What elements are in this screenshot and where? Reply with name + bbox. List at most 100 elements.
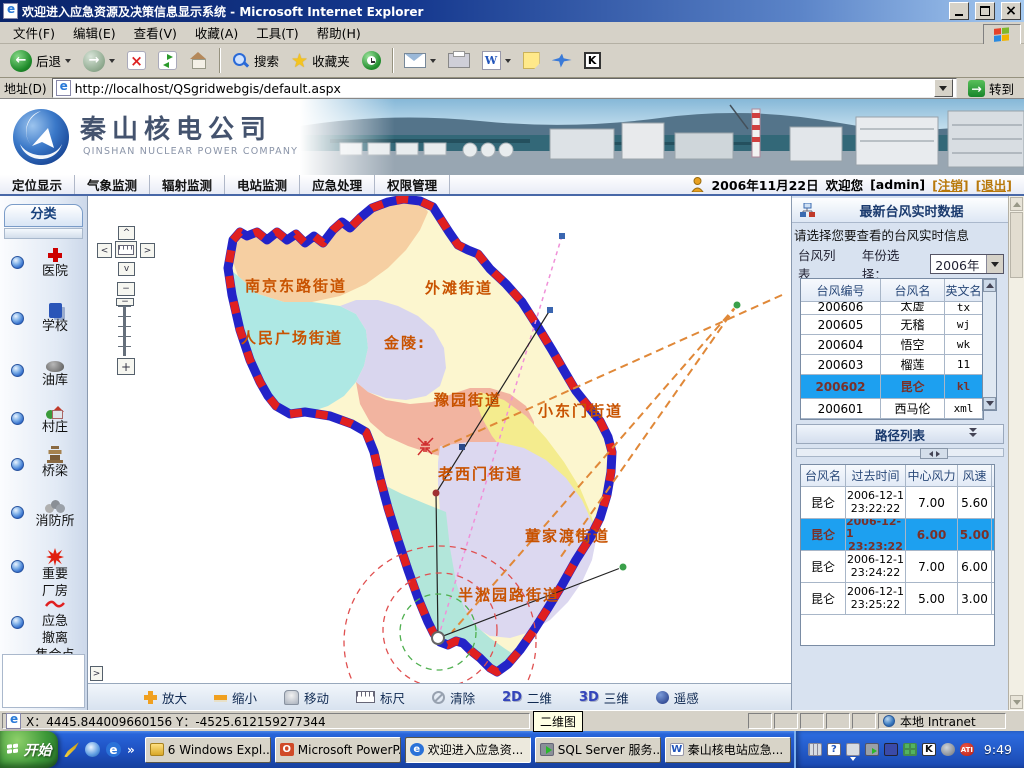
- pan-up-button[interactable]: ^: [118, 226, 135, 240]
- typhoon-row[interactable]: 200603 榴莲 11: [801, 355, 983, 375]
- path-list-bar[interactable]: 路径列表: [796, 424, 1004, 444]
- detail-row[interactable]: 昆仑 2006-12-123:25:22 5.00 3.00: [801, 583, 994, 615]
- page-scroll-down-button[interactable]: [1010, 695, 1023, 709]
- layer-toggle-village[interactable]: [11, 412, 24, 425]
- forward-button[interactable]: [78, 48, 120, 74]
- sidebar-item-village[interactable]: 村庄: [26, 402, 84, 436]
- gis-map[interactable]: 南京东路街道 外滩街道 人民广场街道 金陵: 豫园街道 小东门街道 老西门街道 …: [88, 196, 791, 683]
- quicklaunch-overflow-chevron[interactable]: [127, 743, 135, 757]
- ruler-tool[interactable]: 标尺: [356, 688, 405, 707]
- typhoon-row[interactable]: 200601 西马伦 xml: [801, 399, 983, 419]
- menu-help[interactable]: 帮助(H): [308, 20, 370, 45]
- sidebar-item-fire-station[interactable]: 消防所: [26, 496, 84, 530]
- keyboard-tray-icon[interactable]: [808, 743, 822, 756]
- flashget-button[interactable]: [547, 52, 577, 70]
- page-scroll-thumb[interactable]: [1010, 212, 1023, 278]
- map-area[interactable]: 南京东路街道 外滩街道 人民广场街道 金陵: 豫园街道 小东门街道 老西门街道 …: [88, 196, 791, 710]
- layer-toggle-fire-station[interactable]: [11, 506, 24, 519]
- menu-tools[interactable]: 工具(T): [247, 20, 307, 45]
- sidebar-item-oil-depot[interactable]: 油库: [26, 355, 84, 389]
- typhoon-point-blue[interactable]: [547, 307, 553, 313]
- start-button[interactable]: 开始: [0, 731, 58, 768]
- detail-row[interactable]: 昆仑 2006-12-123:22:22 7.00 5.60: [801, 487, 994, 519]
- quicklaunch-pencil-icon[interactable]: [64, 742, 79, 757]
- zoom-in-tool[interactable]: 放大: [144, 688, 187, 707]
- logout-link[interactable]: [注销]: [932, 175, 968, 194]
- address-dropdown-button[interactable]: [934, 79, 953, 97]
- tab-weather[interactable]: 气象监测: [75, 175, 150, 194]
- scroll-up-button[interactable]: [983, 279, 996, 292]
- refresh-button[interactable]: [153, 49, 182, 72]
- print-button[interactable]: [443, 51, 475, 70]
- typhoon-point-navy[interactable]: [459, 444, 465, 450]
- taskbar-button-sqlserver[interactable]: SQL Server 服务...: [535, 737, 661, 763]
- input-language-tray-icon[interactable]: [846, 743, 860, 756]
- home-button[interactable]: [184, 49, 213, 72]
- typhoon-point-blue[interactable]: [559, 233, 565, 239]
- notes-button[interactable]: [518, 50, 545, 71]
- volume-tray-icon[interactable]: [941, 743, 955, 756]
- back-dropdown-icon[interactable]: [65, 59, 71, 63]
- layer-toggle-assembly-point[interactable]: [11, 616, 24, 629]
- detail-row-selected[interactable]: 昆仑 2006-12-123:23:22 6.00 5.00: [801, 519, 994, 551]
- zoom-out-step-button[interactable]: −: [117, 282, 135, 296]
- word-dropdown-icon[interactable]: [505, 59, 511, 63]
- forward-dropdown-icon[interactable]: [109, 59, 115, 63]
- help-tray-icon[interactable]: [827, 743, 841, 756]
- search-button[interactable]: 搜索: [226, 49, 284, 72]
- edit-word-button[interactable]: [477, 49, 516, 72]
- tab-positioning[interactable]: 定位显示: [0, 175, 75, 194]
- pan-tool[interactable]: 移动: [284, 688, 329, 707]
- stop-button[interactable]: [122, 49, 151, 72]
- page-scroll-up-button[interactable]: [1010, 197, 1023, 211]
- taskbar-button-explorer-group[interactable]: 6 Windows Expl...: [145, 737, 271, 763]
- clear-tool[interactable]: 清除: [432, 688, 475, 707]
- k-tool-button[interactable]: [579, 50, 606, 71]
- menu-view[interactable]: 查看(V): [125, 20, 186, 45]
- page-scrollbar[interactable]: [1008, 196, 1024, 710]
- sidebar-expand-button[interactable]: >: [90, 666, 103, 681]
- taskbar-button-powerpoint[interactable]: Microsoft PowerP...: [275, 737, 401, 763]
- layer-toggle-hospital[interactable]: [11, 256, 24, 269]
- typhoon-table-scrollbar[interactable]: [982, 278, 997, 411]
- quicklaunch-ie-icon[interactable]: [106, 742, 121, 757]
- typhoon-row[interactable]: 200604 悟空 wk: [801, 335, 983, 355]
- collapse-chevron-icon[interactable]: [969, 428, 977, 437]
- category-header[interactable]: 分类: [4, 204, 83, 227]
- view-2d-tool[interactable]: 2D二维: [502, 688, 552, 707]
- remote-sensing-tool[interactable]: 遥感: [656, 688, 699, 707]
- menu-edit[interactable]: 编辑(E): [64, 20, 125, 45]
- panel-hscrollbar[interactable]: [796, 448, 1004, 457]
- typhoon-row[interactable]: 200606 太虚 tx: [801, 302, 983, 315]
- typhoon-row-selected[interactable]: 200602 昆仑 kl: [801, 375, 983, 399]
- taskbar-button-word[interactable]: 秦山核电站应急...: [665, 737, 791, 763]
- restore-button[interactable]: [975, 2, 995, 20]
- zoom-in-step-button[interactable]: +: [117, 358, 135, 375]
- history-button[interactable]: [357, 49, 386, 72]
- typhoon-row[interactable]: 200605 无稽 wj: [801, 315, 983, 335]
- close-button[interactable]: [1001, 2, 1021, 20]
- layer-toggle-bridge[interactable]: [11, 458, 24, 471]
- sidebar-item-school[interactable]: 学校: [26, 301, 84, 335]
- pan-down-button[interactable]: v: [118, 262, 135, 276]
- pan-left-button[interactable]: <: [97, 243, 112, 258]
- mail-dropdown-icon[interactable]: [430, 59, 436, 63]
- detail-row[interactable]: 昆仑 2006-12-123:24:22 7.00 6.00: [801, 551, 994, 583]
- layer-toggle-oil-depot[interactable]: [11, 364, 24, 377]
- favorites-button[interactable]: 收藏夹: [286, 49, 355, 72]
- view-3d-tool[interactable]: 3D三维: [579, 688, 629, 707]
- zoom-slider-track[interactable]: [118, 306, 131, 356]
- mail-button[interactable]: [399, 51, 441, 70]
- tab-station[interactable]: 电站监测: [225, 175, 300, 194]
- kaspersky-tray-icon[interactable]: [922, 743, 936, 756]
- sqlserver-tray-icon[interactable]: [865, 743, 879, 756]
- zoom-slider-handle[interactable]: −: [116, 298, 134, 306]
- ati-tray-icon[interactable]: [960, 743, 974, 756]
- layer-toggle-key-plant[interactable]: [11, 560, 24, 573]
- hscroll-pager[interactable]: [920, 448, 948, 459]
- exit-link[interactable]: [退出]: [976, 175, 1012, 194]
- menu-favorites[interactable]: 收藏(A): [186, 20, 247, 45]
- epicenter-marker[interactable]: [432, 632, 444, 644]
- pan-right-button[interactable]: >: [140, 243, 155, 258]
- taskbar-button-ie-active[interactable]: 欢迎进入应急资...: [405, 737, 531, 763]
